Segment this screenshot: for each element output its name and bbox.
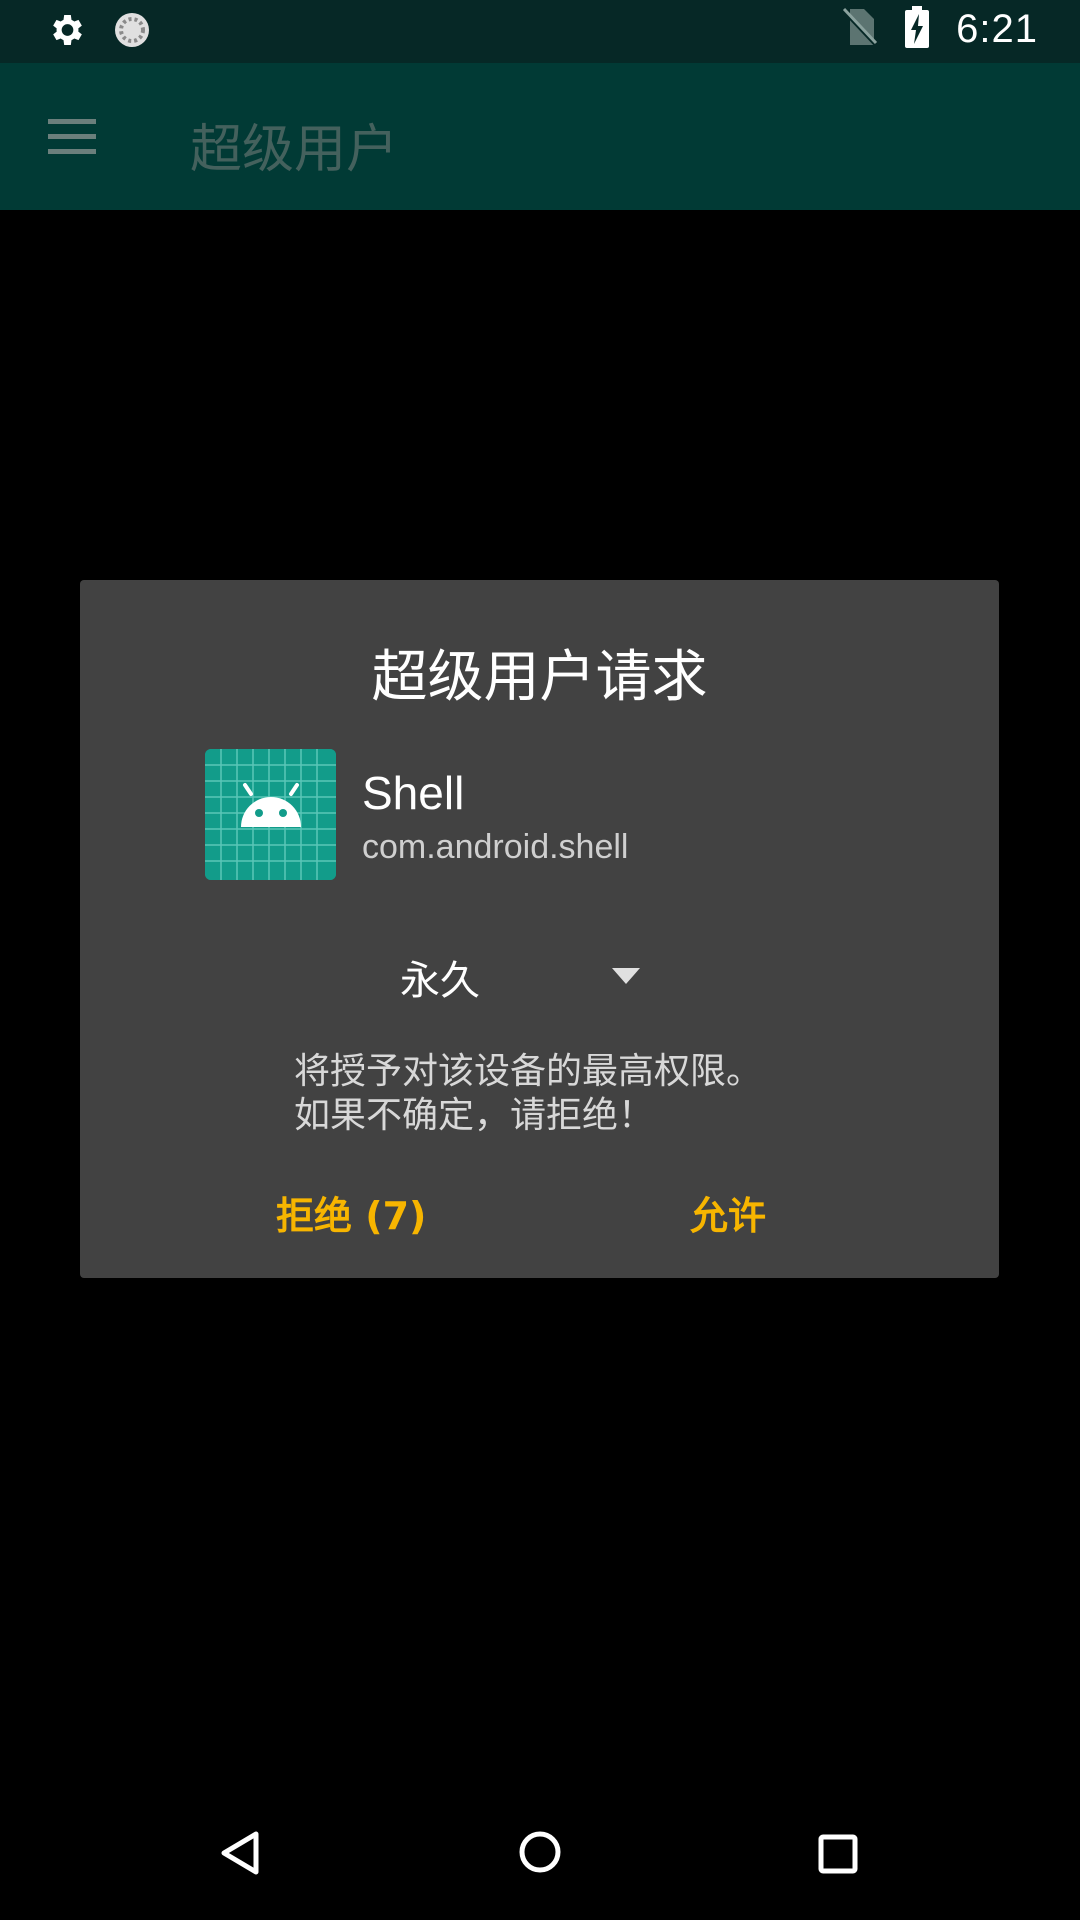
app-bar: 超级用户 <box>0 63 1080 210</box>
recents-square-icon[interactable] <box>818 1834 858 1878</box>
clock: 6:21 <box>956 6 1038 51</box>
app-name: Shell <box>362 767 465 819</box>
duration-selected-value: 永久 <box>400 958 480 1004</box>
allow-button[interactable]: 允许 <box>690 1185 766 1240</box>
android-robot-icon <box>205 749 336 880</box>
navigation-bar <box>0 1775 1080 1920</box>
dropdown-arrow-icon <box>612 968 640 988</box>
home-circle-icon[interactable] <box>518 1830 562 1878</box>
no-sim-icon <box>842 7 878 51</box>
warning-text: 将授予对该设备的最高权限。 如果不确定，请拒绝！ <box>294 1051 763 1136</box>
app-package-name: com.android.shell <box>362 828 629 866</box>
hamburger-menu-icon[interactable] <box>48 117 98 157</box>
battery-charging-icon <box>904 6 930 52</box>
status-bar: 6:21 <box>0 0 1080 63</box>
back-triangle-icon[interactable] <box>218 1830 262 1880</box>
deny-button[interactable]: 拒绝 (7) <box>276 1185 426 1240</box>
duration-select[interactable]: 永久 <box>400 940 740 1010</box>
superuser-request-dialog: 超级用户请求 Shell com.android.shell 永久 将授予对该设… <box>80 580 999 1278</box>
gear-icon <box>46 10 86 54</box>
dialog-title: 超级用户请求 <box>371 645 708 710</box>
sync-circle-icon <box>112 10 152 54</box>
page-title: 超级用户 <box>190 120 399 180</box>
